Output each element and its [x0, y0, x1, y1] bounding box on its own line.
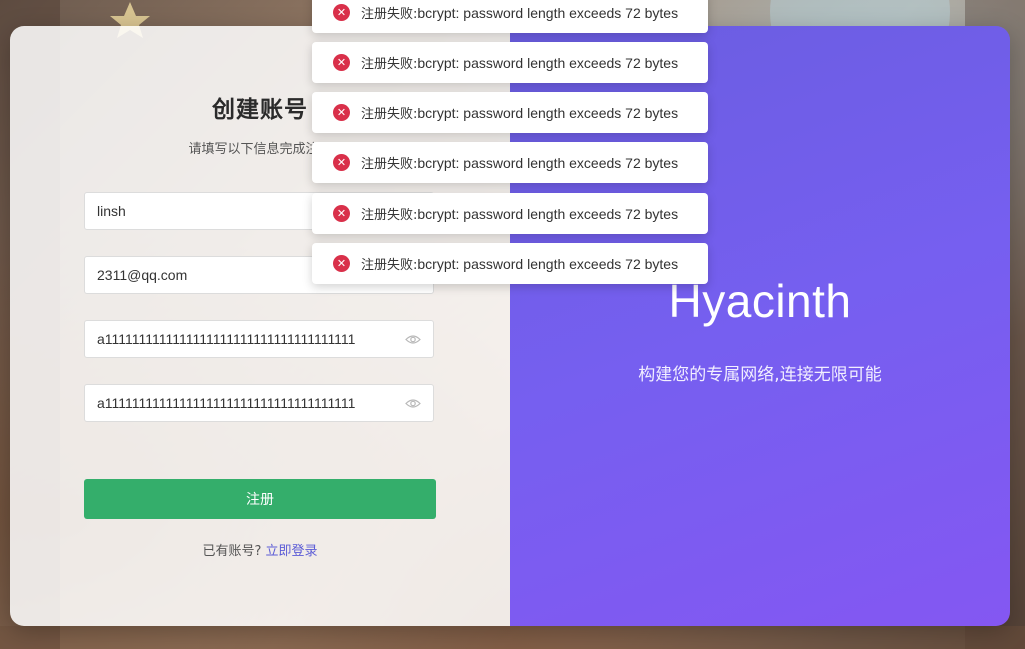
- error-icon: ✕: [333, 154, 350, 171]
- register-button[interactable]: 注册: [84, 479, 436, 519]
- toast-message: bcrypt: password length exceeds 72 bytes: [417, 55, 679, 71]
- error-toast: ✕ 注册失败:bcrypt: password length exceeds 7…: [312, 0, 708, 33]
- toast-prefix: 注册失败:: [361, 107, 418, 122]
- error-icon: ✕: [333, 205, 350, 222]
- toast-message: bcrypt: password length exceeds 72 bytes: [417, 5, 679, 21]
- toast-prefix: 注册失败:: [361, 157, 418, 172]
- eye-icon[interactable]: [405, 397, 421, 409]
- login-prompt: 已有账号? 立即登录: [10, 540, 510, 559]
- error-icon: ✕: [333, 104, 350, 121]
- error-toast: ✕ 注册失败:bcrypt: password length exceeds 7…: [312, 92, 708, 133]
- error-toast: ✕ 注册失败:bcrypt: password length exceeds 7…: [312, 193, 708, 234]
- brand-tagline: 构建您的专属网络,连接无限可能: [638, 365, 882, 385]
- toast-prefix: 注册失败:: [361, 208, 418, 223]
- error-toast: ✕ 注册失败:bcrypt: password length exceeds 7…: [312, 243, 708, 284]
- confirm-password-input[interactable]: [85, 395, 405, 411]
- toast-prefix: 注册失败:: [361, 7, 418, 22]
- confirm-password-field[interactable]: [84, 384, 434, 422]
- login-link[interactable]: 立即登录: [266, 544, 318, 559]
- eye-icon[interactable]: [405, 333, 421, 345]
- have-account-text: 已有账号?: [202, 544, 262, 559]
- toast-prefix: 注册失败:: [361, 258, 418, 273]
- toast-prefix: 注册失败:: [361, 57, 418, 72]
- error-icon: ✕: [333, 54, 350, 71]
- toast-message: bcrypt: password length exceeds 72 bytes: [417, 155, 679, 171]
- error-toast: ✕ 注册失败:bcrypt: password length exceeds 7…: [312, 142, 708, 183]
- toast-message: bcrypt: password length exceeds 72 bytes: [417, 256, 679, 272]
- toast-message: bcrypt: password length exceeds 72 bytes: [417, 105, 679, 121]
- error-icon: ✕: [333, 4, 350, 21]
- toast-message: bcrypt: password length exceeds 72 bytes: [417, 206, 679, 222]
- password-field[interactable]: [84, 320, 434, 358]
- error-icon: ✕: [333, 255, 350, 272]
- password-input[interactable]: [85, 331, 405, 347]
- error-toast: ✕ 注册失败:bcrypt: password length exceeds 7…: [312, 42, 708, 83]
